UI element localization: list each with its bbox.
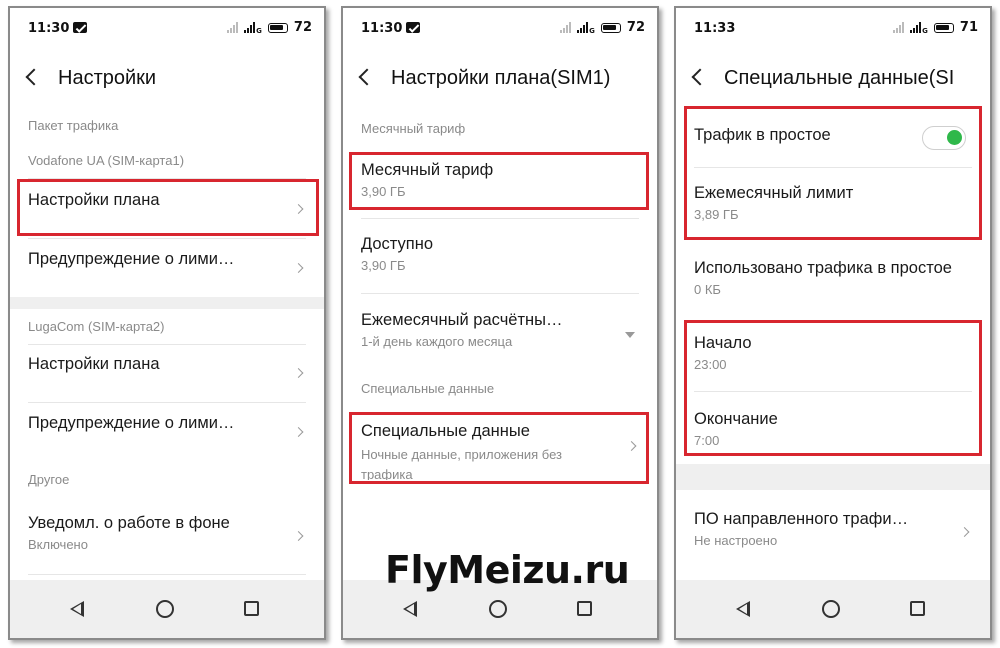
battery-level: 72	[626, 20, 645, 35]
section-traffic: Пакет трафика	[28, 118, 119, 133]
billing-day-value: 1-й день каждого месяца	[361, 334, 513, 349]
header: Специальные данные(SI	[676, 58, 990, 102]
highlight-box	[349, 412, 649, 484]
section-sim2: LugaCom (SIM-карта2)	[28, 319, 165, 334]
background-notice[interactable]: Уведомл. о работе в фоне Включено	[28, 514, 306, 558]
battery-level: 72	[293, 20, 312, 35]
divider	[28, 238, 306, 239]
phone-plan-settings: 11:30 G 72 Настройки плана(SIM1) Месячны…	[341, 6, 659, 640]
network-type-icon: G	[922, 27, 928, 35]
highlight-box	[349, 152, 649, 210]
background-notice-value: Включено	[28, 537, 88, 552]
divider	[361, 218, 639, 219]
back-arrow-icon[interactable]	[25, 68, 43, 86]
idle-traffic-used-label: Использовано трафика в простое	[694, 259, 952, 277]
dropdown-arrow-icon	[625, 332, 635, 338]
directed-traffic-apps[interactable]: ПО направленного трафи… Не настроено	[694, 510, 972, 554]
section-sim1: Vodafone UA (SIM-карта1)	[28, 153, 185, 168]
nav-home-icon[interactable]	[156, 600, 174, 618]
battery-level: 71	[959, 20, 978, 35]
background-notice-label: Уведомл. о работе в фоне	[28, 514, 230, 532]
page-title: Настройки	[58, 67, 157, 89]
nav-back-icon[interactable]	[736, 601, 750, 617]
status-bar: 11:30 G 72	[10, 8, 324, 48]
limit-warning-label: Предупреждение о лими…	[28, 250, 235, 268]
header: Настройки плана(SIM1)	[343, 58, 657, 102]
divider	[28, 402, 306, 403]
status-time: 11:33	[694, 21, 736, 36]
signal-sim1-icon	[560, 22, 572, 33]
nav-recents-icon[interactable]	[577, 601, 592, 616]
watermark: FlyMeizu.ru	[385, 548, 630, 592]
highlight-box	[684, 106, 982, 240]
back-arrow-icon[interactable]	[691, 68, 709, 86]
phone-settings: 11:30 G 72 Настройки Пакет трафика Vodaf…	[8, 6, 326, 640]
limit-warning-sim1[interactable]: Предупреждение о лими…	[28, 250, 306, 286]
battery-icon	[600, 22, 621, 33]
signal-sim2-icon	[577, 22, 589, 33]
section-other: Другое	[28, 472, 70, 487]
directed-traffic-label: ПО направленного трафи…	[694, 510, 909, 528]
section-monthly: Месячный тариф	[361, 121, 466, 136]
navigation-bar	[10, 580, 324, 638]
message-icon	[406, 22, 420, 33]
limit-warning-sim2[interactable]: Предупреждение о лими…	[28, 414, 306, 450]
header: Настройки	[10, 58, 324, 102]
highlight-box	[684, 320, 982, 456]
nav-back-icon[interactable]	[70, 601, 84, 617]
limit-warning-label: Предупреждение о лими…	[28, 414, 235, 432]
back-arrow-icon[interactable]	[358, 68, 376, 86]
navigation-bar	[676, 580, 990, 638]
section-gap	[676, 464, 990, 490]
nav-recents-icon[interactable]	[910, 601, 925, 616]
divider	[28, 344, 306, 345]
plan-settings-sim2[interactable]: Настройки плана	[28, 355, 306, 391]
network-type-icon: G	[256, 27, 262, 35]
phone-special-data: 11:33 G 71 Специальные данные(SI Трафик …	[674, 6, 992, 640]
idle-traffic-used-value: 0 КБ	[694, 282, 721, 297]
nav-recents-icon[interactable]	[244, 601, 259, 616]
available-value: 3,90 ГБ	[361, 258, 406, 273]
status-time: 11:30	[361, 21, 403, 36]
message-icon	[73, 22, 87, 33]
battery-icon	[933, 22, 954, 33]
section-special: Специальные данные	[361, 381, 495, 396]
signal-sim1-icon	[227, 22, 239, 33]
status-bar: 11:33 G 71	[676, 8, 990, 48]
status-bar: 11:30 G 72	[343, 8, 657, 48]
available[interactable]: Доступно 3,90 ГБ	[361, 235, 639, 277]
billing-day-label: Ежемесячный расчётны…	[361, 311, 563, 329]
battery-icon	[267, 22, 288, 33]
section-gap	[10, 297, 324, 309]
highlight-box	[17, 179, 319, 236]
page-title: Настройки плана(SIM1)	[391, 67, 611, 89]
available-label: Доступно	[361, 235, 434, 253]
page-title: Специальные данные(SI	[724, 67, 955, 89]
directed-traffic-value: Не настроено	[694, 533, 778, 548]
signal-sim2-icon	[910, 22, 922, 33]
status-time: 11:30	[28, 21, 70, 36]
divider	[28, 574, 306, 575]
billing-day[interactable]: Ежемесячный расчётны… 1-й день каждого м…	[361, 311, 639, 353]
idle-traffic-used: Использовано трафика в простое 0 КБ	[694, 259, 972, 303]
signal-sim1-icon	[893, 22, 905, 33]
signal-sim2-icon	[244, 22, 256, 33]
nav-home-icon[interactable]	[489, 600, 507, 618]
nav-home-icon[interactable]	[822, 600, 840, 618]
nav-back-icon[interactable]	[403, 601, 417, 617]
network-type-icon: G	[589, 27, 595, 35]
plan-settings-label: Настройки плана	[28, 355, 160, 373]
divider	[361, 293, 639, 294]
